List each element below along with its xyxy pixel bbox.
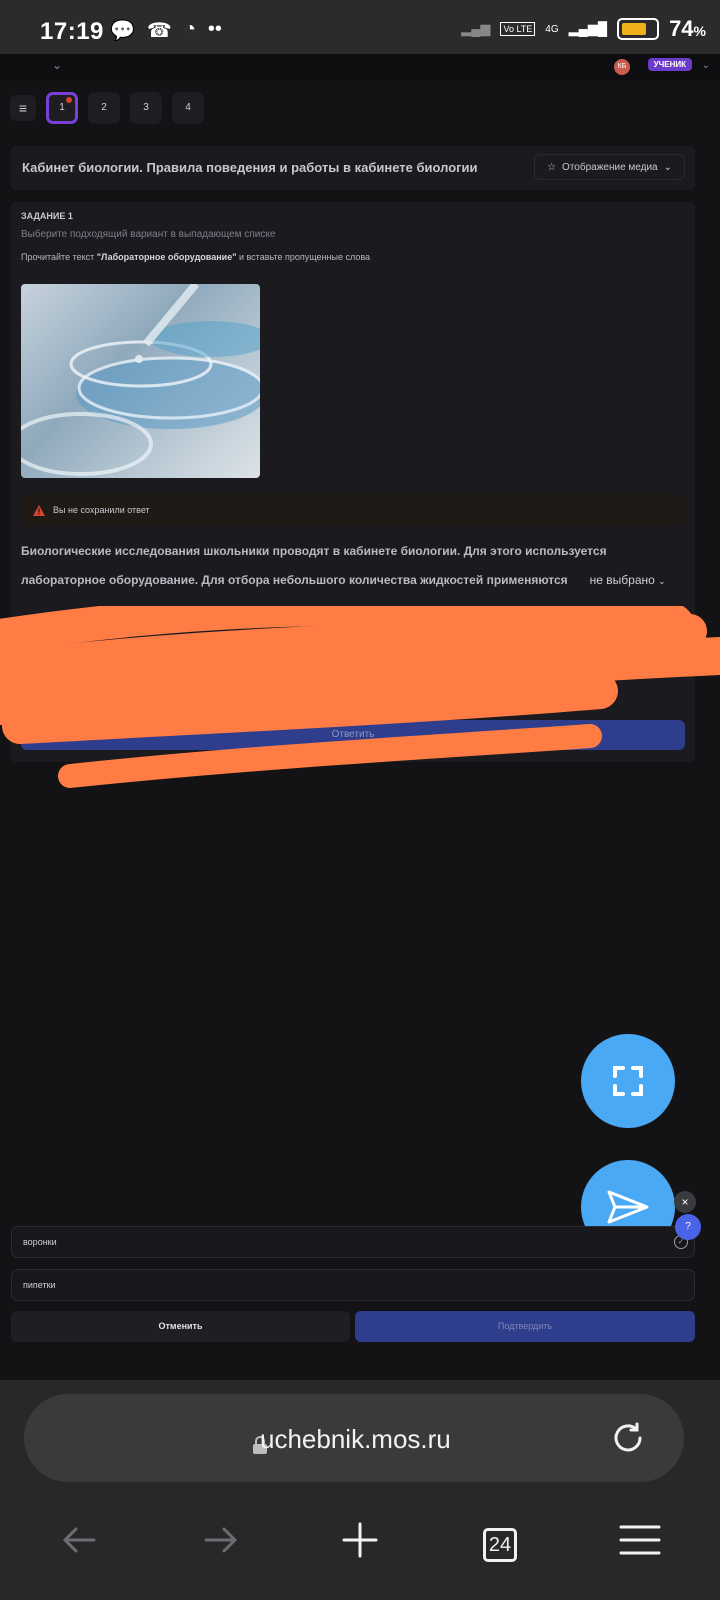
avatar[interactable]: КБ xyxy=(614,59,630,75)
system-icons: ▂▄▆ Vo LTE 4G ▂▄▆█ 74% xyxy=(461,16,706,42)
battery-percent: 74% xyxy=(669,16,706,41)
more-dots-icon: •• xyxy=(207,18,222,40)
browser-nav: 24 xyxy=(0,1510,720,1570)
tab-question-3[interactable]: 3 xyxy=(130,92,162,124)
blank-select[interactable]: не выбрано ⌄ xyxy=(581,566,674,596)
lab-petri-dish-image xyxy=(21,284,260,478)
tab-question-2[interactable]: 2 xyxy=(88,92,120,124)
dropdown-option[interactable]: воронки ✓ xyxy=(11,1226,695,1258)
url-text: uchebnik.mos.ru xyxy=(260,1424,451,1454)
chevron-down-icon[interactable]: ⌄ xyxy=(702,60,710,71)
unsaved-warning: Вы не сохранили ответ xyxy=(21,494,685,526)
unsaved-dot xyxy=(66,97,72,103)
status-bar: 17:19 💬 ☎ ◔ •• ▂▄▆ Vo LTE 4G ▂▄▆█ 74% xyxy=(0,0,720,54)
clock: 17:19 xyxy=(40,18,104,45)
notification-icons: 💬 ☎ ◔ •• xyxy=(110,18,222,43)
chevron-down-icon: ⌄ xyxy=(663,161,672,173)
new-tab-plus-icon[interactable] xyxy=(330,1510,390,1570)
menu-icon[interactable] xyxy=(610,1510,670,1570)
task-number: ЗАДАНИЕ 1 xyxy=(21,211,73,221)
cancel-button[interactable]: Отменить xyxy=(11,1311,350,1342)
warning-text: Вы не сохранили ответ xyxy=(53,505,150,515)
page-title: Кабинет биологии. Правила поведения и ра… xyxy=(22,160,478,175)
role-badge: УЧЕНИК xyxy=(647,58,692,71)
tabs-count-button[interactable]: 24 xyxy=(483,1528,517,1562)
confirm-button[interactable]: Подтвердить xyxy=(355,1311,695,1342)
task-instruction: Прочитайте текст "Лабораторное оборудова… xyxy=(21,252,371,262)
forward-arrow-icon[interactable] xyxy=(190,1510,250,1570)
task-body-text: Биологические исследования школьники про… xyxy=(21,537,691,596)
whatsapp-icon: ◔ xyxy=(183,18,196,40)
screenshot-fab[interactable] xyxy=(581,1034,675,1128)
reload-icon[interactable] xyxy=(608,1418,648,1458)
chat-icon: 💬 xyxy=(110,20,135,42)
web-page: ⌄ КБ УЧЕНИК ⌄ ≡ 1 2 3 4 Кабинет биологии… xyxy=(0,54,720,1380)
redaction-scribble xyxy=(0,606,720,788)
tab-question-4[interactable]: 4 xyxy=(172,92,204,124)
media-display-button[interactable]: ☆ Отображение медиа ⌄ xyxy=(534,154,685,180)
signal-bars-icon: ▂▄▆█ xyxy=(568,21,608,36)
task-hint: Выберите подходящий вариант в выпадающем… xyxy=(21,229,276,240)
lte-badge: Vo LTE xyxy=(500,22,536,36)
site-header: ⌄ КБ УЧЕНИК ⌄ xyxy=(0,54,720,80)
missed-call-icon: ☎ xyxy=(146,20,172,42)
battery-fill xyxy=(622,23,647,35)
battery-icon xyxy=(617,18,660,40)
menu-icon[interactable]: ≡ xyxy=(10,95,36,121)
address-bar[interactable]: uchebnik.mos.ru xyxy=(24,1394,684,1482)
media-display-label: Отображение медиа xyxy=(562,161,658,173)
back-arrow-icon[interactable] xyxy=(50,1510,110,1570)
option-label: воронки xyxy=(23,1237,57,1247)
help-button[interactable]: ? xyxy=(675,1214,701,1240)
question-tabs: ≡ 1 2 3 4 xyxy=(10,92,204,124)
tab-question-1[interactable]: 1 xyxy=(46,92,78,124)
option-label: пипетки xyxy=(23,1280,56,1290)
star-icon: ☆ xyxy=(547,161,557,173)
task-body: Биологические исследования школьники про… xyxy=(21,544,607,587)
network-type: 4G xyxy=(545,23,559,35)
lesson-title-card: Кабинет биологии. Правила поведения и ра… xyxy=(10,146,695,190)
dropdown-option[interactable]: пипетки xyxy=(11,1269,695,1301)
signal-icon: ▂▄▆ xyxy=(461,21,491,36)
close-icon[interactable]: × xyxy=(674,1191,696,1213)
browser-toolbar: uchebnik.mos.ru 24 xyxy=(0,1380,720,1600)
chevron-down-icon[interactable]: ⌄ xyxy=(52,58,62,72)
warning-icon xyxy=(33,504,45,516)
crop-frame-icon xyxy=(613,1066,643,1096)
